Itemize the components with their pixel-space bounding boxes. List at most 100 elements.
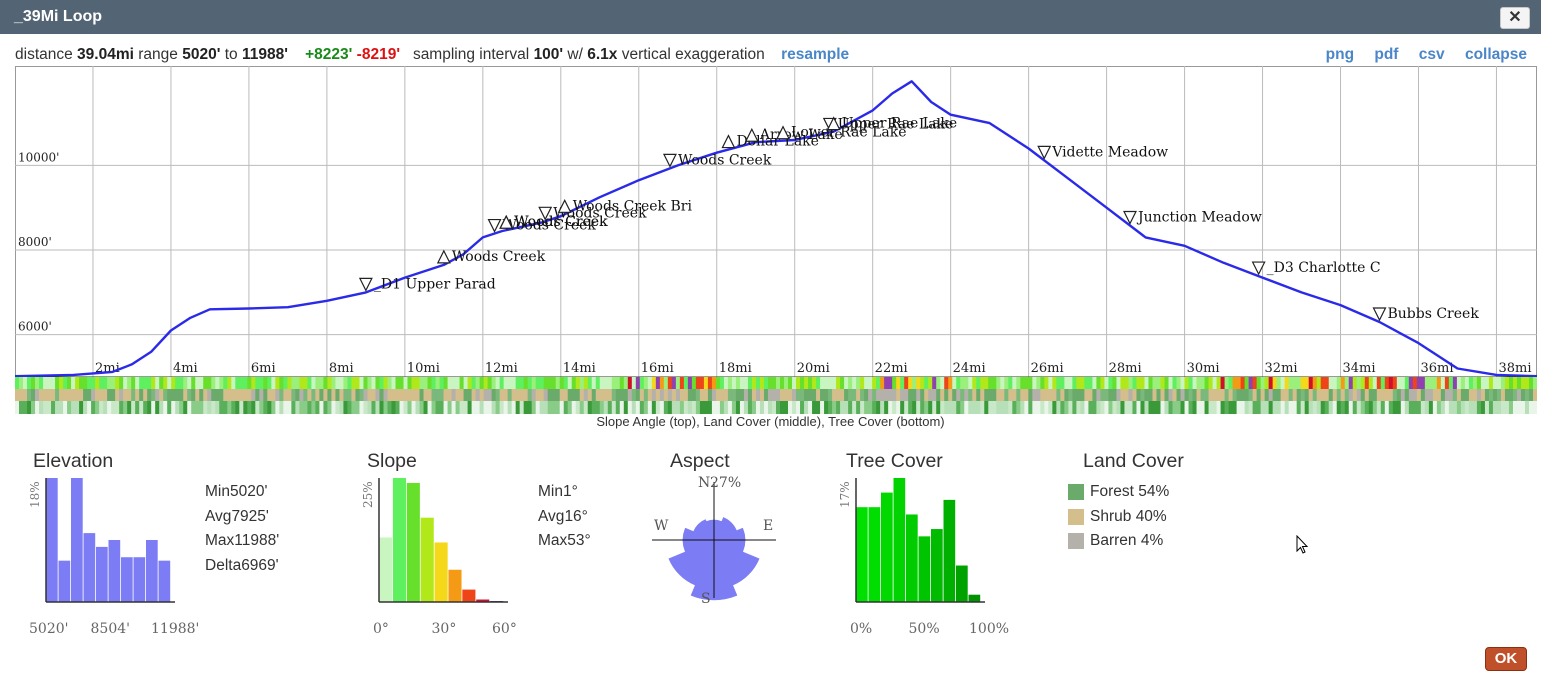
slope-band-segment <box>1004 377 1009 389</box>
treecover-band-segment <box>808 401 813 414</box>
slope-band-segment <box>788 377 793 389</box>
slope-band-segment <box>675 377 681 389</box>
treecover-band-segment <box>848 401 853 414</box>
pdf-link[interactable]: pdf <box>1374 46 1398 63</box>
slope-stats: Min1° Avg16° Max53° <box>538 480 591 554</box>
slope-band-segment <box>1416 377 1422 389</box>
treecover-band-segment <box>155 401 160 414</box>
slope-band-segment <box>968 377 973 389</box>
aspect-max-label: 27% <box>710 475 741 491</box>
treecover-band-segment <box>816 401 821 414</box>
png-link[interactable]: png <box>1326 46 1354 63</box>
bands-caption: Slope Angle (top), Land Cover (middle), … <box>596 414 945 429</box>
landcover-band-segment <box>63 389 68 401</box>
slope-band-segment <box>1384 377 1390 389</box>
landcover-band-segment <box>844 389 849 401</box>
treecover-band-segment <box>391 401 397 414</box>
treecover-band-segment <box>1292 401 1298 414</box>
histogram-x-tick-label: 30° <box>432 621 457 636</box>
resample-link[interactable]: resample <box>781 46 849 63</box>
slope-band-segment <box>1512 377 1518 389</box>
landcover-band-segment <box>1116 389 1122 401</box>
treecover-band-segment <box>1456 401 1462 414</box>
landcover-band-segment <box>419 389 425 401</box>
histogram-bar <box>868 507 881 602</box>
treecover-band-segment <box>159 401 164 414</box>
histogram-x-tick-label: 5020' <box>29 621 68 636</box>
landcover-band-segment <box>767 389 773 401</box>
landcover-band-segment <box>43 389 48 401</box>
slope-band-segment <box>1276 377 1282 389</box>
ok-button[interactable]: OK <box>1485 647 1527 671</box>
slope-band-segment <box>1284 377 1290 389</box>
slope-band-segment <box>1344 377 1350 389</box>
treecover-band-segment <box>804 401 809 414</box>
landcover-band-segment <box>351 389 357 401</box>
treecover-band-segment <box>1212 401 1218 414</box>
elevation-profile-chart[interactable]: 6000'8000'10000'2mi 4mi 6mi 8mi 10mi 12mi 14mi… <box>15 66 1538 378</box>
treecover-band-segment <box>307 401 312 414</box>
treecover-band-segment <box>423 401 429 414</box>
landcover-band-segment <box>1084 389 1090 401</box>
treecover-band-segment <box>579 401 585 414</box>
csv-link[interactable]: csv <box>1419 46 1445 63</box>
slope-band-segment <box>175 377 180 389</box>
landcover-band-segment <box>1088 389 1094 401</box>
treecover-band-segment <box>928 401 933 414</box>
landcover-band-segment <box>1120 389 1126 401</box>
landcover-band-segment <box>203 389 208 401</box>
landcover-band-segment <box>1468 389 1474 401</box>
slope-band-segment <box>299 377 304 389</box>
landcover-band-segment <box>1252 389 1258 401</box>
treecover-band-segment <box>515 401 521 414</box>
landcover-band-segment <box>896 389 901 401</box>
slope-band-segment <box>771 377 777 389</box>
slope-band-segment <box>207 377 212 389</box>
landcover-band-segment <box>355 389 361 401</box>
vertical-exaggeration-label: vertical exaggeration <box>621 46 765 63</box>
treecover-band-segment <box>1068 401 1073 414</box>
landcover-band-segment <box>1072 389 1077 401</box>
landcover-band-segment <box>607 389 613 401</box>
treecover-band-segment <box>1084 401 1090 414</box>
slope-band-segment <box>1364 377 1370 389</box>
aspect-e-label: E <box>763 518 773 534</box>
landcover-band-segment <box>836 389 841 401</box>
landcover-band-segment <box>407 389 413 401</box>
treecover-band-segment <box>731 401 737 414</box>
landcover-band-segment <box>892 389 897 401</box>
landcover-band-segment <box>1020 389 1025 401</box>
slope-min-label: Min <box>538 483 563 500</box>
histogram-bar <box>71 478 83 602</box>
treecover-band-segment <box>455 401 461 414</box>
landcover-band-segment <box>792 389 797 401</box>
collapse-link[interactable]: collapse <box>1465 46 1527 63</box>
close-button[interactable]: ✕ <box>1500 7 1530 29</box>
landcover-band-segment <box>824 389 829 401</box>
landcover-band-segment <box>872 389 877 401</box>
treecover-band-segment <box>1408 401 1414 414</box>
landcover-band-segment <box>663 389 669 401</box>
slope-band-segment <box>1312 377 1318 389</box>
landcover-band-segment <box>972 389 977 401</box>
treecover-band-segment <box>976 401 981 414</box>
treecover-band-segment <box>864 401 869 414</box>
histogram-bar <box>881 492 893 602</box>
slope-band-segment <box>427 377 433 389</box>
slope-band-segment <box>759 377 765 389</box>
slope-band-segment <box>784 377 789 389</box>
slope-band-segment <box>619 377 625 389</box>
range-min-value: 5020' <box>182 46 221 63</box>
slope-band-segment <box>1280 377 1286 389</box>
landcover-band-segment <box>679 389 685 401</box>
treecover-band-segment <box>1368 401 1374 414</box>
slope-band-segment <box>319 377 325 389</box>
land-cover-legend: Forest 54% Shrub 40% Barren 4% <box>1068 480 1169 554</box>
treecover-band-segment <box>595 401 601 414</box>
treecover-band-segment <box>1192 401 1198 414</box>
forest-label: Forest <box>1090 483 1134 500</box>
x-tick-label: 34mi <box>1343 361 1376 376</box>
aspect-s-label: S <box>701 591 711 607</box>
slope-band-segment <box>707 377 713 389</box>
landcover-band-segment <box>1504 389 1510 401</box>
